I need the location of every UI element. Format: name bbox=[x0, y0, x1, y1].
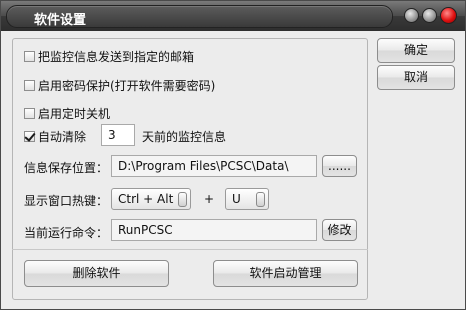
clear-days-input[interactable]: 3 bbox=[101, 124, 135, 146]
send-email-option[interactable]: 把监控信息发送到指定的邮箱 bbox=[24, 48, 194, 65]
shutdown-option[interactable]: 启用定时关机 bbox=[24, 105, 110, 122]
auto-clear-option[interactable]: 自动清除 bbox=[24, 128, 86, 145]
close-button[interactable] bbox=[440, 7, 457, 24]
password-checkbox[interactable] bbox=[24, 80, 35, 91]
browse-button[interactable]: ...... bbox=[322, 155, 357, 177]
title-bar[interactable]: 软件设置 bbox=[1, 1, 465, 31]
divider bbox=[12, 249, 368, 250]
clear-days-suffix: 天前的监控信息 bbox=[142, 130, 227, 144]
hotkey-modifier-select[interactable]: Ctrl + Alt bbox=[111, 188, 191, 210]
auto-clear-checkbox[interactable] bbox=[24, 131, 35, 142]
send-email-checkbox[interactable] bbox=[24, 51, 35, 62]
hotkey-label: 显示窗口热键： bbox=[24, 194, 109, 208]
title-pill: 软件设置 bbox=[6, 5, 393, 28]
edit-command-button[interactable]: 修改 bbox=[322, 219, 357, 241]
hotkey-modifier-value: Ctrl + Alt bbox=[118, 192, 174, 206]
modifier-dropdown-icon bbox=[178, 192, 187, 207]
cancel-button[interactable]: 取消 bbox=[377, 65, 455, 90]
hotkey-key-value: U bbox=[232, 192, 241, 206]
shutdown-label: 启用定时关机 bbox=[38, 107, 111, 121]
send-email-label: 把监控信息发送到指定的邮箱 bbox=[38, 50, 195, 64]
shutdown-checkbox[interactable] bbox=[24, 108, 35, 119]
delete-software-button[interactable]: 删除软件 bbox=[24, 260, 169, 287]
run-command-label: 当前运行命令： bbox=[24, 226, 109, 240]
hotkey-plus: + bbox=[204, 192, 215, 206]
minimize-button[interactable] bbox=[404, 8, 419, 23]
key-dropdown-icon bbox=[256, 192, 265, 207]
window-title: 软件设置 bbox=[34, 13, 87, 28]
password-label: 启用密码保护(打开软件需要密码) bbox=[38, 79, 216, 93]
run-command-field[interactable]: RunPCSC bbox=[111, 219, 317, 241]
save-location-label: 信息保存位置： bbox=[24, 161, 109, 175]
startup-manager-button[interactable]: 软件启动管理 bbox=[213, 260, 358, 287]
auto-clear-label: 自动清除 bbox=[38, 130, 87, 144]
save-location-field[interactable]: D:\Program Files\PCSC\Data\ bbox=[111, 155, 317, 177]
hotkey-key-select[interactable]: U bbox=[225, 188, 269, 210]
ok-button[interactable]: 确定 bbox=[377, 38, 455, 63]
maximize-button[interactable] bbox=[422, 8, 437, 23]
password-option[interactable]: 启用密码保护(打开软件需要密码) bbox=[24, 77, 215, 94]
settings-window: 软件设置 把监控信息发送到指定的邮箱 启用密码保护(打开软件需要密码) 启用定时… bbox=[0, 0, 466, 310]
